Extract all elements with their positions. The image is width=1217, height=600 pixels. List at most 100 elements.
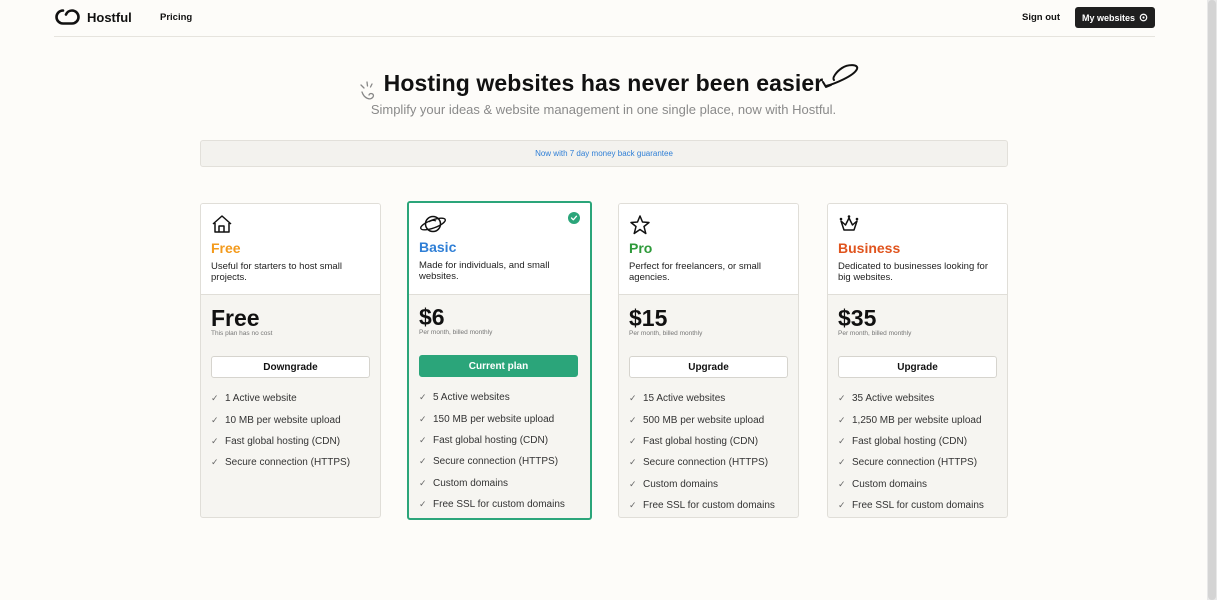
feature-item: ✓ 500 MB per website upload xyxy=(629,409,775,430)
feature-item: ✓ Free SSL for custom domains xyxy=(838,495,984,516)
current-plan-button[interactable]: Current plan xyxy=(419,355,578,377)
check-icon: ✓ xyxy=(211,457,219,468)
check-icon: ✓ xyxy=(629,478,637,489)
plan-price: $15 xyxy=(629,305,668,331)
check-icon: ✓ xyxy=(211,435,219,446)
plan-name: Free xyxy=(211,240,241,256)
planet-icon xyxy=(420,215,446,233)
settings-icon xyxy=(1139,13,1148,22)
plan-price-note: Per month, billed monthly xyxy=(838,330,912,337)
top-navbar: Hostful Pricing Sign out My websites xyxy=(54,0,1155,37)
check-icon: ✓ xyxy=(838,457,846,468)
feature-item: ✓ Secure connection (HTTPS) xyxy=(419,451,565,472)
plan-price-note: This plan has no cost xyxy=(211,330,273,337)
plan-card-header: Basic Made for individuals, and small we… xyxy=(409,203,590,295)
feature-text: Secure connection (HTTPS) xyxy=(225,457,351,469)
money-back-banner: Now with 7 day money back guarantee xyxy=(200,140,1008,167)
check-icon: ✓ xyxy=(838,393,846,404)
brand-name: Hostful xyxy=(87,9,132,25)
feature-item: ✓ 5 Active websites xyxy=(419,387,565,408)
check-icon: ✓ xyxy=(629,457,637,468)
feature-list: ✓ 1 Active website ✓ 10 MB per website upl… xyxy=(211,388,350,474)
feature-item: ✓ 1,250 MB per website upload xyxy=(838,409,984,430)
feature-text: Fast global hosting (CDN) xyxy=(852,435,968,447)
feature-text: Custom domains xyxy=(643,478,719,490)
check-icon: ✓ xyxy=(838,435,846,446)
check-icon: ✓ xyxy=(629,393,637,404)
check-icon: ✓ xyxy=(419,499,427,510)
plan-card-header: Free Useful for starters to host small p… xyxy=(201,204,380,295)
check-icon: ✓ xyxy=(629,435,637,446)
feature-text: 15 Active websites xyxy=(643,393,726,405)
nav-pricing-link[interactable]: Pricing xyxy=(160,12,192,23)
plan-card-free: Free Useful for starters to host small p… xyxy=(200,203,381,518)
check-icon: ✓ xyxy=(419,456,427,467)
feature-item: ✓ 1 Active website xyxy=(211,388,350,409)
feature-text: 5 Active websites xyxy=(433,392,510,404)
feature-list: ✓ 15 Active websites ✓ 500 MB per website … xyxy=(629,388,775,516)
upgrade-button[interactable]: Upgrade xyxy=(838,356,997,378)
feature-item: ✓ Custom domains xyxy=(419,473,565,494)
feature-text: 150 MB per website upload xyxy=(433,413,555,425)
plan-card-business: Business Dedicated to businesses looking… xyxy=(827,203,1008,518)
star-icon xyxy=(630,215,650,235)
plan-description: Dedicated to businesses looking for big … xyxy=(838,261,988,283)
feature-item: ✓ Custom domains xyxy=(838,474,984,495)
feature-text: 500 MB per website upload xyxy=(643,414,765,426)
feature-text: Fast global hosting (CDN) xyxy=(643,435,759,447)
scrollbar-thumb[interactable] xyxy=(1208,0,1216,600)
plan-name: Business xyxy=(838,240,901,256)
plan-card-pro: Pro Perfect for freelancers, or small ag… xyxy=(618,203,799,518)
check-icon: ✓ xyxy=(419,413,427,424)
page-scrollbar[interactable] xyxy=(1207,0,1217,600)
brand-logo[interactable]: Hostful xyxy=(54,8,132,26)
selected-check-icon xyxy=(568,212,580,224)
plan-description: Perfect for freelancers, or small agenci… xyxy=(629,261,761,283)
hero-title: Hosting websites has never been easier xyxy=(383,70,824,96)
downgrade-button[interactable]: Downgrade xyxy=(211,356,370,378)
feature-list: ✓ 5 Active websites ✓ 150 MB per website u… xyxy=(419,387,565,515)
feature-item: ✓ Custom domains xyxy=(629,474,775,495)
check-icon: ✓ xyxy=(419,392,427,403)
plan-description: Useful for starters to host small projec… xyxy=(211,261,342,283)
curved-arrow-doodle-icon xyxy=(822,64,859,88)
feature-item: ✓ Secure connection (HTTPS) xyxy=(838,452,984,473)
plan-card-header: Business Dedicated to businesses looking… xyxy=(828,204,1007,295)
feature-list: ✓ 35 Active websites ✓ 1,250 MB per websit… xyxy=(838,388,984,516)
feature-item: ✓ Free SSL for custom domains xyxy=(629,495,775,516)
my-websites-button[interactable]: My websites xyxy=(1075,7,1155,28)
feature-text: Secure connection (HTTPS) xyxy=(852,457,978,469)
check-icon: ✓ xyxy=(419,477,427,488)
check-icon: ✓ xyxy=(838,414,846,425)
sign-out-link[interactable]: Sign out xyxy=(1022,12,1060,23)
plan-card-header: Pro Perfect for freelancers, or small ag… xyxy=(619,204,798,295)
feature-text: Free SSL for custom domains xyxy=(433,499,565,511)
feature-text: 1 Active website xyxy=(225,393,297,405)
feature-item: ✓ Fast global hosting (CDN) xyxy=(211,431,350,452)
feature-item: ✓ Fast global hosting (CDN) xyxy=(838,431,984,452)
upgrade-button[interactable]: Upgrade xyxy=(629,356,788,378)
plan-price: Free xyxy=(211,305,260,331)
hero-subtitle: Simplify your ideas & website management… xyxy=(370,102,837,117)
plan-price-note: Per month, billed monthly xyxy=(419,329,493,336)
feature-text: Custom domains xyxy=(852,478,928,490)
check-icon: ✓ xyxy=(838,478,846,489)
feature-item: ✓ 35 Active websites xyxy=(838,388,984,409)
feature-text: 35 Active websites xyxy=(852,393,935,405)
plan-description: Made for individuals, and small websites… xyxy=(419,260,550,282)
plan-price-note: Per month, billed monthly xyxy=(629,330,703,337)
feature-text: 1,250 MB per website upload xyxy=(852,414,982,426)
house-icon xyxy=(212,215,232,233)
plan-card-basic: Basic Made for individuals, and small we… xyxy=(407,201,592,520)
feature-item: ✓ Fast global hosting (CDN) xyxy=(629,431,775,452)
feature-text: Free SSL for custom domains xyxy=(643,500,775,512)
plan-name: Pro xyxy=(629,240,653,256)
check-icon: ✓ xyxy=(629,500,637,511)
feature-text: Custom domains xyxy=(433,477,509,489)
feature-text: Secure connection (HTTPS) xyxy=(643,457,769,469)
check-icon: ✓ xyxy=(629,414,637,425)
feature-text: Free SSL for custom domains xyxy=(852,500,984,512)
feature-item: ✓ 15 Active websites xyxy=(629,388,775,409)
feature-text: Fast global hosting (CDN) xyxy=(225,435,341,447)
feature-item: ✓ Free SSL for custom domains xyxy=(419,494,565,515)
